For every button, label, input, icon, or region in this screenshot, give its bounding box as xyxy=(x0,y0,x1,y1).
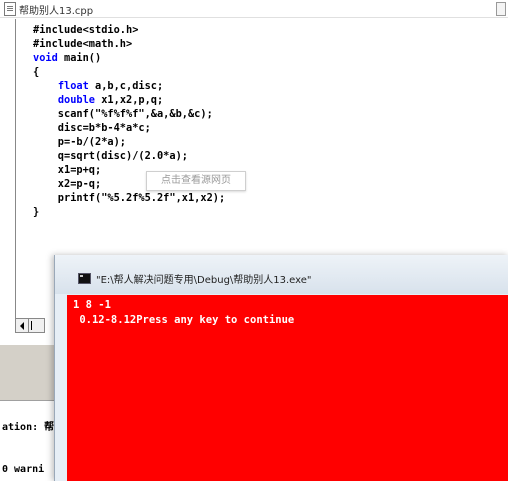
code-line: { xyxy=(33,66,40,78)
console-window[interactable]: "E:\帮人解决问题专用\Debug\帮助别人13.exe" 1 8 -1 0.… xyxy=(54,255,508,481)
code-line: q=sqrt(disc)/(2.0*a); xyxy=(33,150,188,162)
code-text: x1,x2,p,q; xyxy=(95,94,164,106)
console-title: "E:\帮人解决问题专用\Debug\帮助别人13.exe" xyxy=(96,275,312,286)
output-line: 0 warni xyxy=(2,464,45,475)
keyword: float xyxy=(57,80,89,92)
keyword: void xyxy=(33,52,58,64)
restore-button[interactable] xyxy=(496,2,506,16)
editor-file-title: 帮助别人13.cpp xyxy=(19,6,94,17)
console-app-icon xyxy=(78,273,91,284)
code-line: x2=p-q; xyxy=(33,178,102,190)
code-line: double x1,x2,p,q; xyxy=(33,94,163,106)
console-line: 1 8 -1 xyxy=(73,299,111,311)
document-icon xyxy=(4,2,16,16)
code-line: printf("%5.2f%5.2f",x1,x2); xyxy=(33,192,226,204)
console-output-area[interactable]: 1 8 -1 0.12-8.12Press any key to continu… xyxy=(67,295,508,481)
code-line: #include<math.h> xyxy=(33,38,133,50)
console-line: 0.12-8.12Press any key to continue xyxy=(73,314,295,326)
code-text: main() xyxy=(57,52,102,64)
code-line: float a,b,c,disc; xyxy=(33,80,163,92)
keyword: double xyxy=(57,94,96,106)
editor-title-bar[interactable]: 帮助别人13.cpp xyxy=(0,0,508,18)
code-text: a,b,c,disc; xyxy=(88,80,164,92)
output-line: ation: 帮 xyxy=(2,422,55,433)
code-line: scanf("%f%f%f",&a,&b,&c); xyxy=(33,108,213,120)
scroll-right-button[interactable] xyxy=(30,319,42,332)
code-line: p=-b/(2*a); xyxy=(33,136,126,148)
code-line: x1=p+q; xyxy=(33,164,102,176)
scroll-left-arrow-icon[interactable] xyxy=(16,319,29,332)
code-line: #include<stdio.h> xyxy=(33,24,139,36)
view-source-tooltip[interactable]: 点击查看源网页 xyxy=(146,171,246,191)
code-line: disc=b*b-4*a*c; xyxy=(33,122,151,134)
horizontal-scrollbar[interactable] xyxy=(15,318,45,333)
editor-margin-line xyxy=(15,19,16,319)
code-line: void main() xyxy=(33,52,101,64)
console-title-bar[interactable]: "E:\帮人解决问题专用\Debug\帮助别人13.exe" xyxy=(55,255,508,294)
code-line: } xyxy=(33,206,40,218)
